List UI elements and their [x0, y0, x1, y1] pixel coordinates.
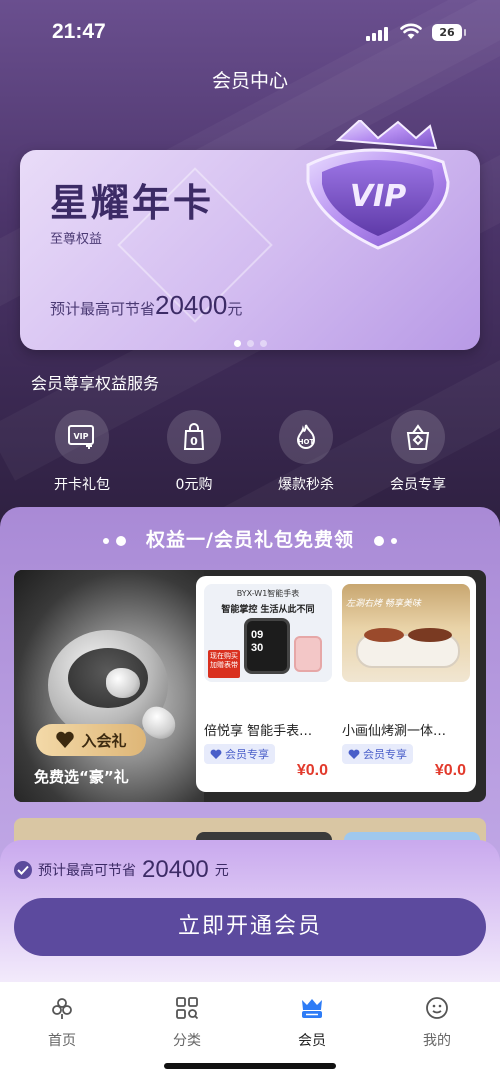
watch-time: 09 30 — [251, 629, 264, 654]
member-crown-icon — [262, 994, 362, 1022]
card-savings-unit: 元 — [227, 300, 243, 318]
tab-label: 分类 — [173, 1033, 201, 1049]
carousel-dots — [20, 332, 480, 350]
cta-savings: 预计最高可节省 20400 元 — [14, 856, 229, 884]
hot-flame-icon: HOT — [279, 410, 333, 464]
card-subtitle: 至尊权益 — [50, 232, 103, 247]
member-tag: 会员专享 — [204, 744, 275, 764]
earbud — [106, 668, 140, 698]
product-price: ¥0.0 — [296, 762, 328, 779]
hotpot-pan — [408, 628, 452, 642]
zero-bag-icon: 0 — [167, 410, 221, 464]
page-title: 会员中心 — [211, 70, 288, 92]
home-flower-icon — [12, 994, 112, 1022]
hero-caption: 免费选“豪”礼 — [34, 768, 129, 786]
member-tag-label: 会员专享 — [225, 748, 269, 761]
benefit-zero-buy[interactable]: 0 0元购 — [152, 410, 236, 494]
heart-icon — [348, 749, 360, 759]
smartwatch-image: BYX-W1智能手表 智能掌控 生活从此不同 09 30 现在购买加赠表带 — [204, 584, 332, 682]
status-bar: 21:47 26 — [0, 0, 500, 60]
gift-section-title-text: 权益一/会员礼包免费领 — [146, 529, 354, 551]
battery-indicator: 26 — [432, 24, 466, 41]
heart-icon — [210, 749, 222, 759]
image-slogan-text: 左涮右烤 畅享美味 — [346, 599, 421, 609]
bubble-decoration — [391, 537, 398, 544]
home-indicator — [164, 1063, 336, 1069]
promo-badge: 现在购买加赠表带 — [208, 650, 240, 678]
check-icon — [14, 861, 32, 879]
card-savings: 预计最高可节省20400元 — [50, 290, 242, 321]
gift-section-title: 权益一/会员礼包免费领 — [0, 525, 500, 552]
benefit-gift-pack[interactable]: VIP 开卡礼包 — [40, 410, 124, 494]
join-gift-button[interactable]: 入会礼 — [36, 724, 146, 756]
card-title: 星耀年卡 — [50, 181, 215, 225]
grill-pan — [364, 628, 404, 642]
benefit-label: 会员专享 — [390, 477, 446, 493]
tab-member[interactable]: 会员 — [262, 994, 362, 1050]
carousel-dot[interactable] — [233, 340, 241, 347]
benefit-hot-deals[interactable]: HOT 爆款秒杀 — [264, 410, 348, 494]
cta-savings-prefix: 预计最高可节省 — [38, 863, 136, 879]
product-name: 倍悦享 智能手表… — [204, 724, 313, 739]
join-gift-label: 入会礼 — [81, 731, 127, 750]
product-panel: BYX-W1智能手表 智能掌控 生活从此不同 09 30 现在购买加赠表带 倍悦… — [196, 576, 476, 792]
status-time: 21:47 — [52, 20, 106, 43]
product-name: 小画仙烤涮一体… — [342, 724, 447, 739]
category-grid-icon — [137, 994, 237, 1022]
cta-savings-amount: 20400 — [142, 856, 209, 883]
tab-label: 我的 — [423, 1033, 451, 1049]
carousel-dot[interactable] — [259, 340, 267, 347]
benefit-member-exclusive[interactable]: 会员专享 — [376, 410, 460, 494]
svg-text:VIP: VIP — [73, 432, 88, 441]
bubble-decoration — [373, 535, 384, 546]
svg-text:HOT: HOT — [298, 438, 315, 446]
member-bag-icon — [391, 410, 445, 464]
card-savings-prefix: 预计最高可节省 — [50, 300, 156, 318]
benefit-label: 0元购 — [175, 477, 213, 493]
bubble-decoration — [102, 537, 109, 544]
tab-category[interactable]: 分类 — [137, 994, 237, 1050]
benefits-title: 会员尊享权益服务 — [31, 374, 160, 393]
grill-pot-image: 左涮右烤 畅享美味 — [342, 584, 470, 682]
benefit-label: 爆款秒杀 — [278, 477, 334, 493]
open-membership-button[interactable]: 立即开通会员 — [14, 898, 486, 956]
wifi-icon — [400, 22, 422, 44]
cta-savings-unit: 元 — [214, 863, 229, 879]
tab-label: 会员 — [298, 1033, 326, 1049]
benefit-label: 开卡礼包 — [54, 477, 110, 493]
vip-gift-icon: VIP — [55, 410, 109, 464]
product-price: ¥0.0 — [434, 762, 466, 779]
member-tag-label: 会员专享 — [363, 748, 407, 761]
vip-badge-text: VIP — [350, 179, 406, 214]
tab-profile[interactable]: 我的 — [387, 994, 487, 1050]
image-brand-text: BYX-W1智能手表 — [236, 589, 300, 598]
product-card[interactable]: 左涮右烤 畅享美味 小画仙烤涮一体… 会员专享 ¥0.0 — [342, 584, 470, 784]
watch-pink — [294, 636, 322, 672]
gift-showcase: 入会礼 免费选“豪”礼 BYX-W1智能手表 智能掌控 生活从此不同 09 30… — [14, 570, 486, 802]
cellular-signal-icon — [366, 27, 388, 41]
tab-home[interactable]: 首页 — [12, 994, 112, 1050]
svg-text:0: 0 — [190, 435, 198, 448]
carousel-dot[interactable] — [246, 340, 254, 347]
image-slogan-text: 智能掌控 生活从此不同 — [221, 605, 315, 615]
vip-shield-icon: VIP — [298, 118, 488, 264]
product-card[interactable]: BYX-W1智能手表 智能掌控 生活从此不同 09 30 现在购买加赠表带 倍悦… — [204, 584, 332, 784]
tab-label: 首页 — [48, 1033, 76, 1049]
member-tag: 会员专享 — [342, 744, 413, 764]
card-savings-amount: 20400 — [155, 290, 228, 320]
bubble-decoration — [116, 535, 127, 546]
earbuds-image[interactable]: 入会礼 免费选“豪”礼 — [14, 570, 204, 802]
heart-icon — [56, 731, 75, 748]
profile-face-icon — [387, 994, 487, 1022]
watch-face: 09 30 — [244, 618, 290, 674]
